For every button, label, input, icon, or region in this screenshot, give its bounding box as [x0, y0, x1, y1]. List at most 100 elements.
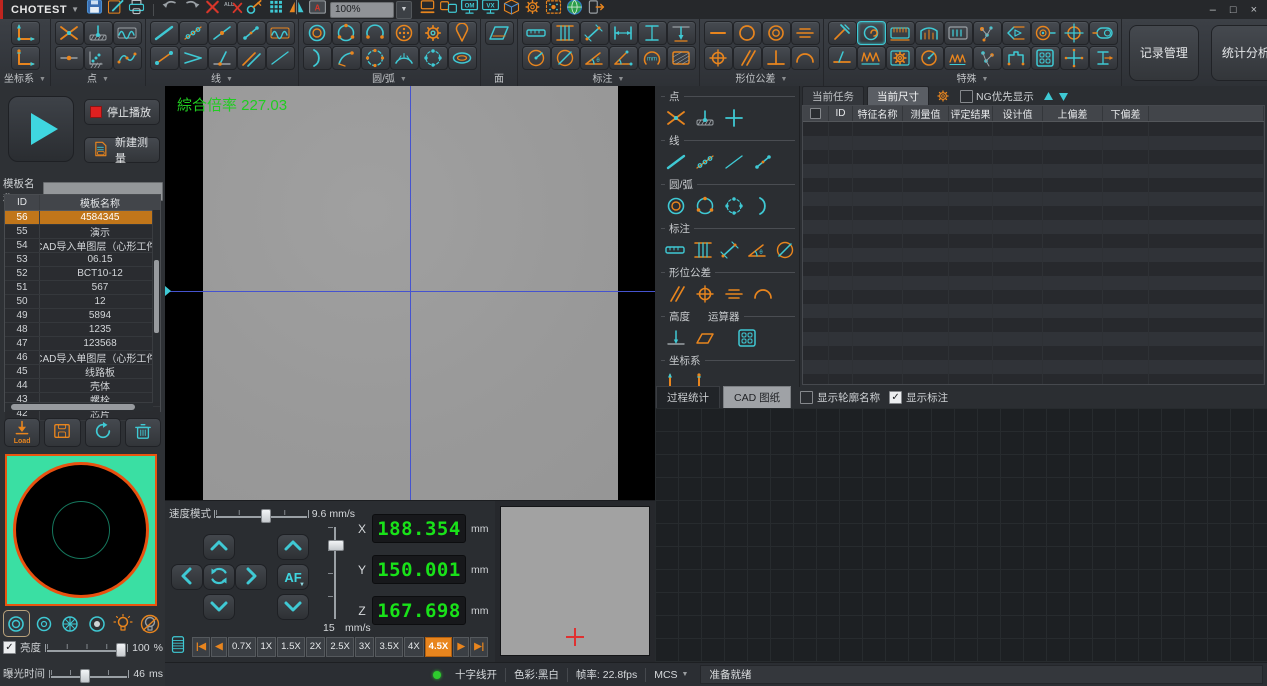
tool-tol-perpendicularity[interactable] — [762, 46, 791, 70]
brightness-checkbox[interactable]: ✓ — [3, 641, 16, 654]
show-contour-checkbox[interactable] — [800, 391, 813, 404]
stage-up-button[interactable] — [203, 534, 235, 560]
tool-dim-area[interactable] — [667, 46, 696, 70]
tool-tol-concentricity[interactable] — [762, 21, 791, 45]
stage-down-button[interactable] — [203, 594, 235, 620]
bulb-on-button[interactable] — [111, 611, 136, 636]
monitor-om-icon[interactable]: OM — [459, 0, 480, 16]
tool-arc-tangent[interactable] — [332, 46, 361, 70]
tool-dim-angle[interactable]: θ — [580, 46, 609, 70]
tool-circle-three-point[interactable] — [332, 21, 361, 45]
tool-axis-workpiece[interactable] — [11, 46, 40, 70]
palette-circle-ring[interactable] — [663, 194, 689, 217]
calibration-icon[interactable] — [543, 0, 564, 16]
segment-light-button[interactable] — [58, 611, 83, 636]
redo-icon[interactable] — [181, 0, 202, 16]
stage-home-button[interactable] — [203, 564, 235, 590]
tool-circle-pin[interactable] — [448, 21, 477, 45]
tool-sp-calculator[interactable] — [1031, 46, 1060, 70]
print-icon[interactable] — [126, 0, 147, 16]
template-row-55[interactable]: 55演示 — [5, 225, 160, 239]
column-header-name[interactable]: 模板名称 — [40, 195, 160, 210]
coordinate-system-select[interactable]: MCS ▼ — [646, 669, 696, 681]
tool-line-chain[interactable] — [179, 21, 208, 45]
tool-sp-gear[interactable] — [886, 46, 915, 70]
tool-dim-angle-three-point[interactable] — [609, 46, 638, 70]
z-down-button[interactable] — [277, 594, 309, 620]
tool-line-free[interactable] — [266, 46, 295, 70]
load-template-button[interactable]: Load — [4, 418, 40, 447]
palette-point-cross[interactable] — [721, 106, 747, 129]
palette-calculator[interactable] — [734, 326, 760, 349]
spot-light-button[interactable] — [85, 611, 110, 636]
template-row-48[interactable]: 481235 — [5, 323, 160, 337]
zoom-select-caret-icon[interactable]: ▼ — [396, 1, 412, 19]
tool-sp-crosshair[interactable] — [1060, 21, 1089, 45]
screen-resize-icon[interactable] — [438, 0, 459, 16]
tool-tol-parallelism[interactable] — [733, 46, 762, 70]
tool-line-parallel[interactable] — [237, 46, 266, 70]
palette-circle-points[interactable] — [721, 194, 747, 217]
tool-line-wave[interactable] — [266, 21, 295, 45]
palette-point-on-edge[interactable] — [692, 106, 718, 129]
crosshair-status[interactable]: 十字线开 — [447, 667, 505, 682]
tool-sp-bridge[interactable] — [915, 21, 944, 45]
magnification-next-button[interactable]: ▶| — [470, 637, 488, 657]
magnification-prev-button[interactable]: ◀ — [211, 637, 227, 657]
template-row-56[interactable]: 564584345 — [5, 211, 160, 225]
template-table-vscrollbar[interactable] — [152, 210, 160, 402]
tool-line-two-point[interactable] — [237, 21, 266, 45]
grid-view-icon[interactable] — [265, 0, 286, 16]
save-icon[interactable] — [84, 0, 105, 16]
settings-gear-icon[interactable] — [522, 0, 543, 16]
magnification-3.5X-button[interactable]: 3.5X — [375, 637, 403, 657]
close-button[interactable]: × — [1251, 4, 1257, 16]
tool-tol-symmetry[interactable] — [791, 21, 820, 45]
tool-point-midline[interactable] — [55, 46, 84, 70]
tool-point-corner[interactable] — [84, 46, 113, 70]
tool-sp-gauge[interactable] — [915, 46, 944, 70]
template-row-44[interactable]: 44壳体 — [5, 379, 160, 393]
edit-icon[interactable] — [105, 0, 126, 16]
refresh-templates-button[interactable] — [85, 418, 121, 447]
palette-height-plane[interactable] — [692, 326, 718, 349]
tool-dim-radius[interactable] — [522, 46, 551, 70]
palette-dim-diameter[interactable] — [773, 238, 797, 261]
tool-dim-diameter[interactable] — [551, 46, 580, 70]
column-header-评定结果[interactable]: 评定结果 — [949, 106, 993, 121]
palette-dim-vertical-lines[interactable] — [690, 238, 714, 261]
column-header-测量值[interactable]: 测量值 — [903, 106, 949, 121]
palette-tol-profile[interactable] — [750, 282, 776, 305]
template-row-45[interactable]: 45线路板 — [5, 365, 160, 379]
palette-height-point[interactable] — [663, 326, 689, 349]
palette-tol-parallelism[interactable] — [663, 282, 689, 305]
tab-过程统计[interactable]: 过程统计 — [656, 386, 720, 409]
tool-point-wave[interactable] — [113, 21, 142, 45]
stage-left-button[interactable] — [171, 564, 203, 590]
speed-slider[interactable] — [214, 507, 309, 521]
palette-point-intersection[interactable] — [663, 106, 689, 129]
secondary-camera-preview[interactable] — [495, 500, 655, 662]
ng-priority-checkbox[interactable] — [960, 90, 973, 103]
tool-sp-caliper[interactable] — [886, 21, 915, 45]
move-down-icon[interactable] — [1058, 91, 1069, 102]
tool-sp-scan[interactable] — [973, 21, 1002, 45]
tab-当前尺寸[interactable]: 当前尺寸 — [867, 86, 929, 106]
column-header-下偏差[interactable]: 下偏差 — [1103, 106, 1149, 121]
tool-sp-comb[interactable] — [944, 21, 973, 45]
column-header-ID[interactable]: ID — [829, 106, 853, 121]
template-table-hscrollbar[interactable] — [5, 402, 153, 411]
template-row-52[interactable]: 52BCT10-12 — [5, 267, 160, 281]
template-row-54[interactable]: 54CAD导入单图层（心形工件... — [5, 239, 160, 253]
tool-arc-crown[interactable] — [390, 46, 419, 70]
palette-dim-horizontal[interactable] — [663, 238, 687, 261]
tool-plane[interactable] — [485, 21, 514, 45]
ring-light-button[interactable] — [3, 610, 30, 637]
tool-tol-straightness[interactable] — [704, 21, 733, 45]
app-menu-caret-icon[interactable]: ▼ — [71, 5, 79, 14]
tool-sp-spring[interactable] — [857, 46, 886, 70]
template-row-47[interactable]: 47123568 — [5, 337, 160, 351]
palette-arc-basic[interactable] — [750, 194, 776, 217]
magnification-3X-button[interactable]: 3X — [355, 637, 375, 657]
template-row-46[interactable]: 46CAD导入单图层（心形工件... — [5, 351, 160, 365]
